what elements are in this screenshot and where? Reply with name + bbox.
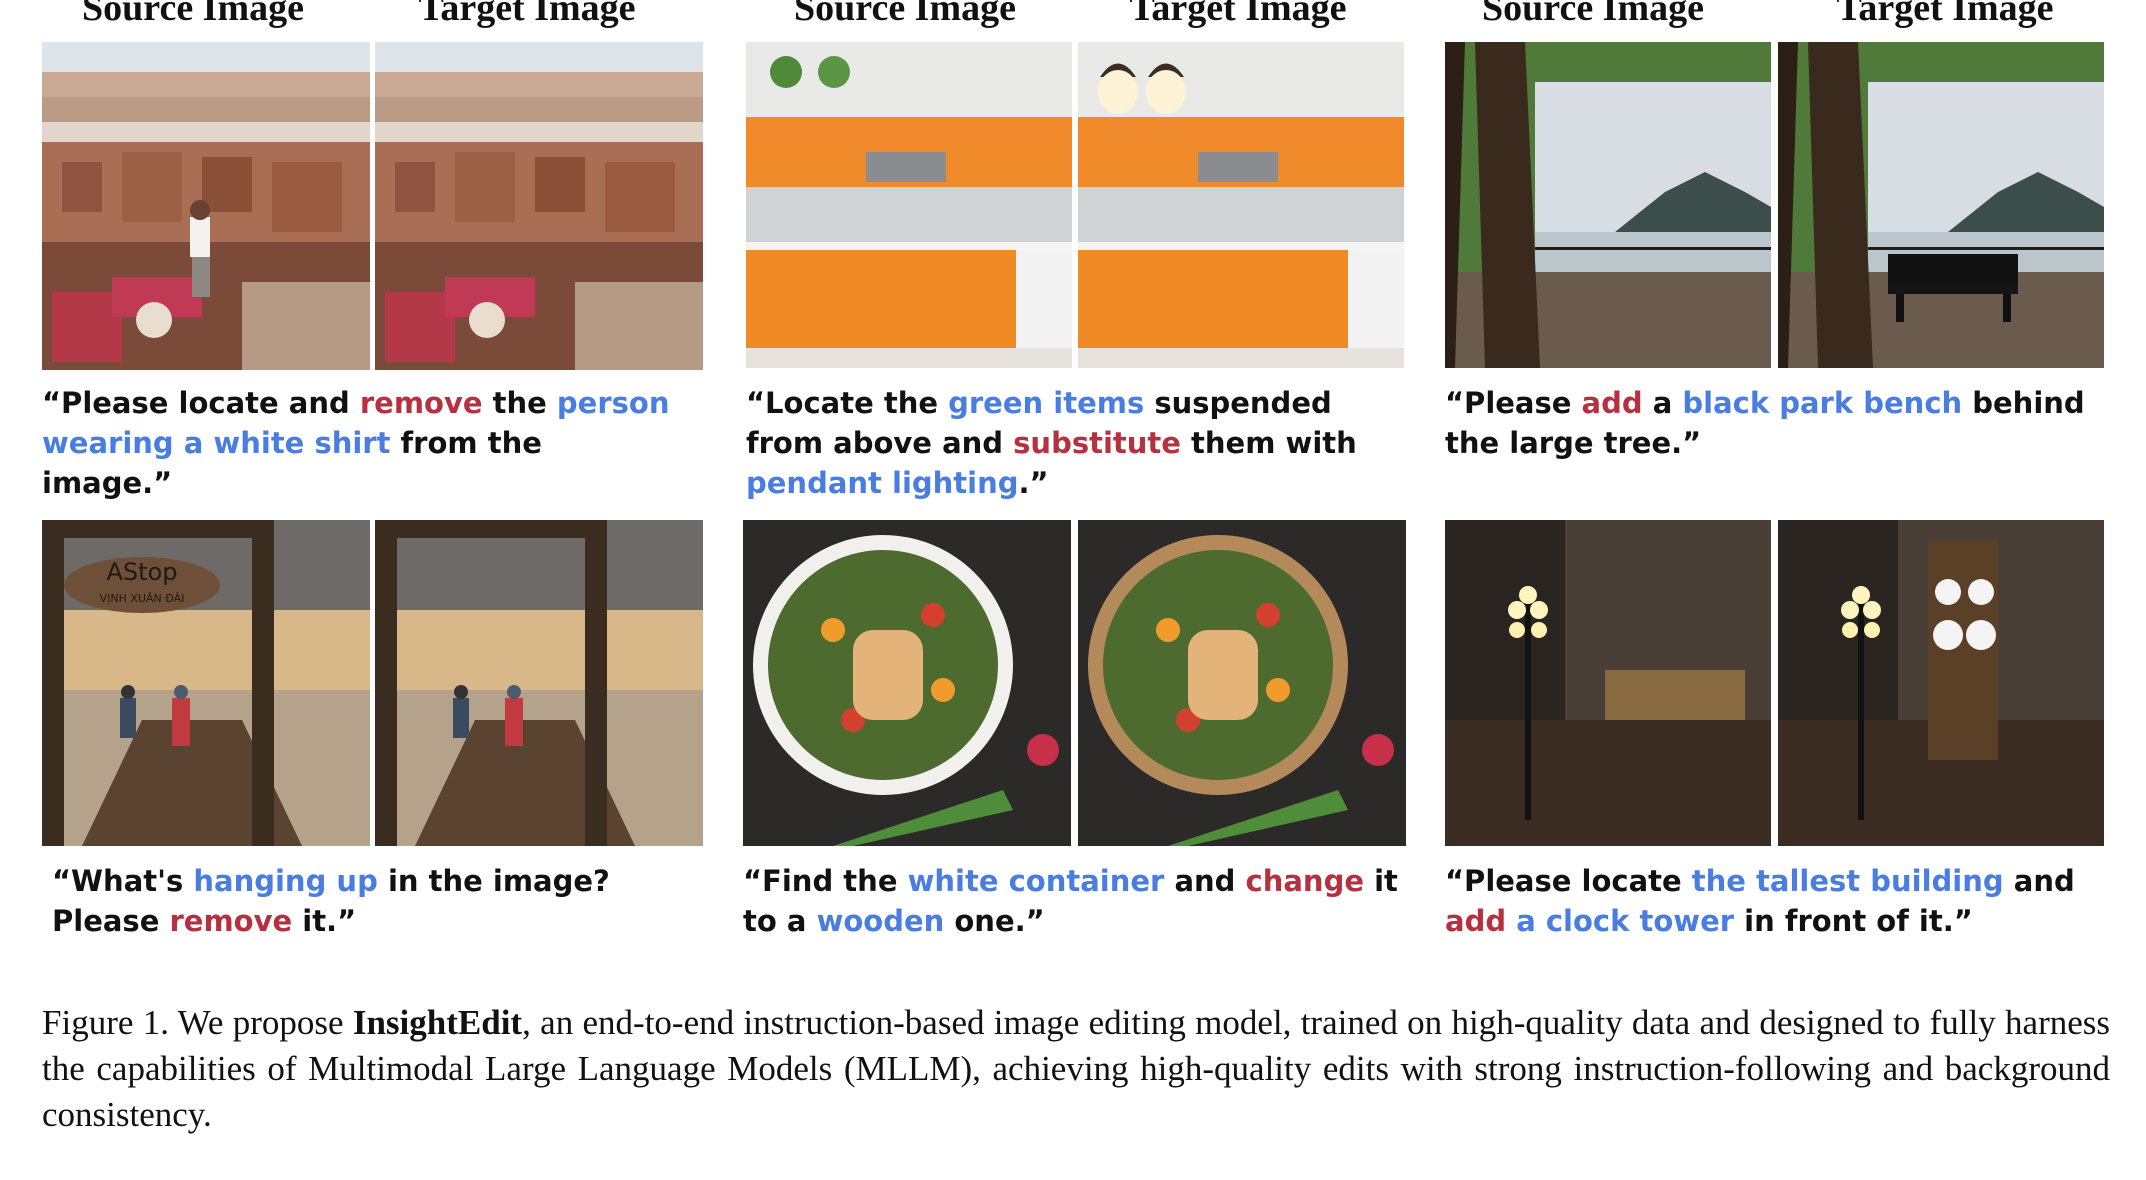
caption-segment: .” (1018, 466, 1049, 500)
caption-segment: change (1245, 864, 1365, 898)
caption-segment: “Find the (743, 864, 908, 898)
caption-salad: “Find the white container and change it … (743, 861, 1413, 941)
image-kitchen-target (1078, 42, 1404, 368)
caption-segment: it.” (292, 904, 357, 938)
header-target-2: Target Image (1129, 0, 1347, 29)
header-target-1: Target Image (418, 0, 636, 29)
caption-segment: pendant lighting (746, 466, 1019, 500)
caption-segment: white container (907, 864, 1165, 898)
caption-segment: add (1445, 904, 1507, 938)
sign-line2: VỊNH XUÂN ĐÀI (100, 592, 185, 605)
caption-street: “Please locate the tallest building and … (1445, 861, 2125, 941)
caption-segment: wooden (816, 904, 945, 938)
caption-segment: clock tower (1545, 904, 1735, 938)
caption-segment: a (1642, 386, 1683, 420)
caption-pier: “What's hanging up in the image? Please … (52, 861, 692, 941)
caption-segment: remove (169, 904, 293, 938)
caption-segment: hanging up (193, 864, 378, 898)
image-desert-target (375, 42, 703, 370)
caption-segment: and (2003, 864, 2075, 898)
header-source-3: Source Image (1482, 0, 1704, 29)
caption-segment: “Please locate (1445, 864, 1692, 898)
caption-segment: one.” (944, 904, 1045, 938)
caption-kitchen: “Locate the green items suspended from a… (746, 383, 1386, 503)
image-kitchen-source (746, 42, 1072, 368)
caption-segment: a (1506, 904, 1546, 938)
image-salad-target (1078, 520, 1406, 846)
figure-caption-label: Figure 1. We propose (42, 1003, 353, 1042)
header-source-2: Source Image (794, 0, 1016, 29)
caption-segment: black park bench (1682, 386, 1963, 420)
figure-caption: Figure 1. We propose InsightEdit, an end… (42, 1000, 2110, 1138)
caption-lake: “Please add a black park bench behind th… (1445, 383, 2125, 463)
image-street-source (1445, 520, 1771, 846)
header-target-3: Target Image (1836, 0, 2054, 29)
caption-segment: “Please locate and (42, 386, 360, 420)
caption-segment: and (1164, 864, 1246, 898)
caption-segment: “What's (52, 864, 194, 898)
image-salad-source (743, 520, 1071, 846)
image-desert-source (42, 42, 370, 370)
sign-line1: AStop (107, 558, 178, 586)
header-source-1: Source Image (82, 0, 304, 29)
caption-segment: “Please (1445, 386, 1582, 420)
image-pier-target (375, 520, 703, 846)
image-lake-target (1778, 42, 2104, 368)
caption-segment: green items (948, 386, 1145, 420)
caption-desert: “Please locate and remove the person wea… (42, 383, 682, 503)
figure-caption-model: InsightEdit (352, 1003, 523, 1042)
caption-segment: the tallest building (1691, 864, 2004, 898)
caption-segment: “Locate the (746, 386, 949, 420)
caption-segment: remove (359, 386, 483, 420)
image-pier-source: AStop VỊNH XUÂN ĐÀI (42, 520, 370, 846)
caption-segment: substitute (1013, 426, 1181, 460)
caption-segment: the (482, 386, 557, 420)
image-lake-source (1445, 42, 1771, 368)
caption-segment: them with (1180, 426, 1357, 460)
image-street-target (1778, 520, 2104, 846)
caption-segment: in front of it.” (1734, 904, 1973, 938)
caption-segment: add (1581, 386, 1643, 420)
